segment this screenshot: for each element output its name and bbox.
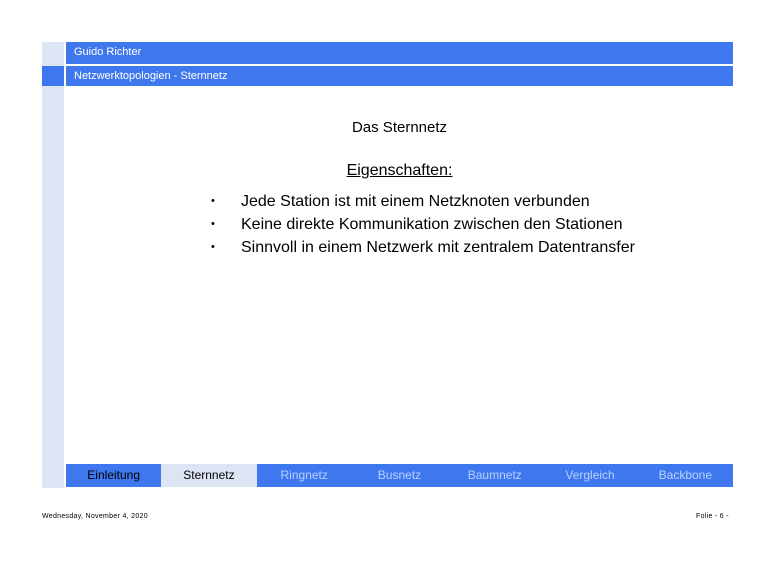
bullet-text: Jede Station ist mit einem Netzknoten ve… (241, 193, 590, 210)
nav-item-baumnetz[interactable]: Baumnetz (447, 464, 542, 487)
footer-date: Wednesday, November 4, 2020 (42, 513, 148, 520)
nav-item-sternnetz[interactable]: Sternnetz (161, 464, 257, 487)
bullet-marker: • (211, 241, 215, 253)
footer-page-number: Folie - 6 - (696, 513, 729, 520)
section-title: Netzwerktopologien - Sternnetz (74, 70, 228, 82)
list-item: • Keine direkte Kommunikation zwischen d… (210, 213, 640, 236)
nav-item-einleitung[interactable]: Einleitung (66, 464, 161, 487)
bullet-marker: • (211, 218, 215, 230)
list-item: • Jede Station ist mit einem Netzknoten … (210, 190, 640, 213)
nav-item-backbone[interactable]: Backbone (638, 464, 733, 487)
list-item: • Sinnvoll in einem Netzwerk mit zentral… (210, 236, 640, 259)
nav-item-busnetz[interactable]: Busnetz (352, 464, 447, 487)
slide-title: Das Sternnetz (351, 119, 448, 136)
bullet-list: • Jede Station ist mit einem Netzknoten … (210, 190, 640, 259)
section-bar: Netzwerktopologien - Sternnetz (66, 66, 733, 86)
slide-subheading: Eigenschaften: (346, 162, 453, 179)
slide-navigation: Einleitung Sternnetz Ringnetz Busnetz Ba… (66, 464, 733, 487)
author-name: Guido Richter (74, 46, 142, 58)
sidebar-accent (42, 66, 64, 86)
nav-item-vergleich[interactable]: Vergleich (542, 464, 637, 487)
author-bar: Guido Richter (66, 42, 733, 64)
bullet-marker: • (211, 195, 215, 207)
nav-item-ringnetz[interactable]: Ringnetz (257, 464, 352, 487)
sidebar-strip (42, 42, 64, 488)
bullet-text: Sinnvoll in einem Netzwerk mit zentralem… (241, 239, 635, 256)
bullet-text: Keine direkte Kommunikation zwischen den… (241, 216, 623, 233)
